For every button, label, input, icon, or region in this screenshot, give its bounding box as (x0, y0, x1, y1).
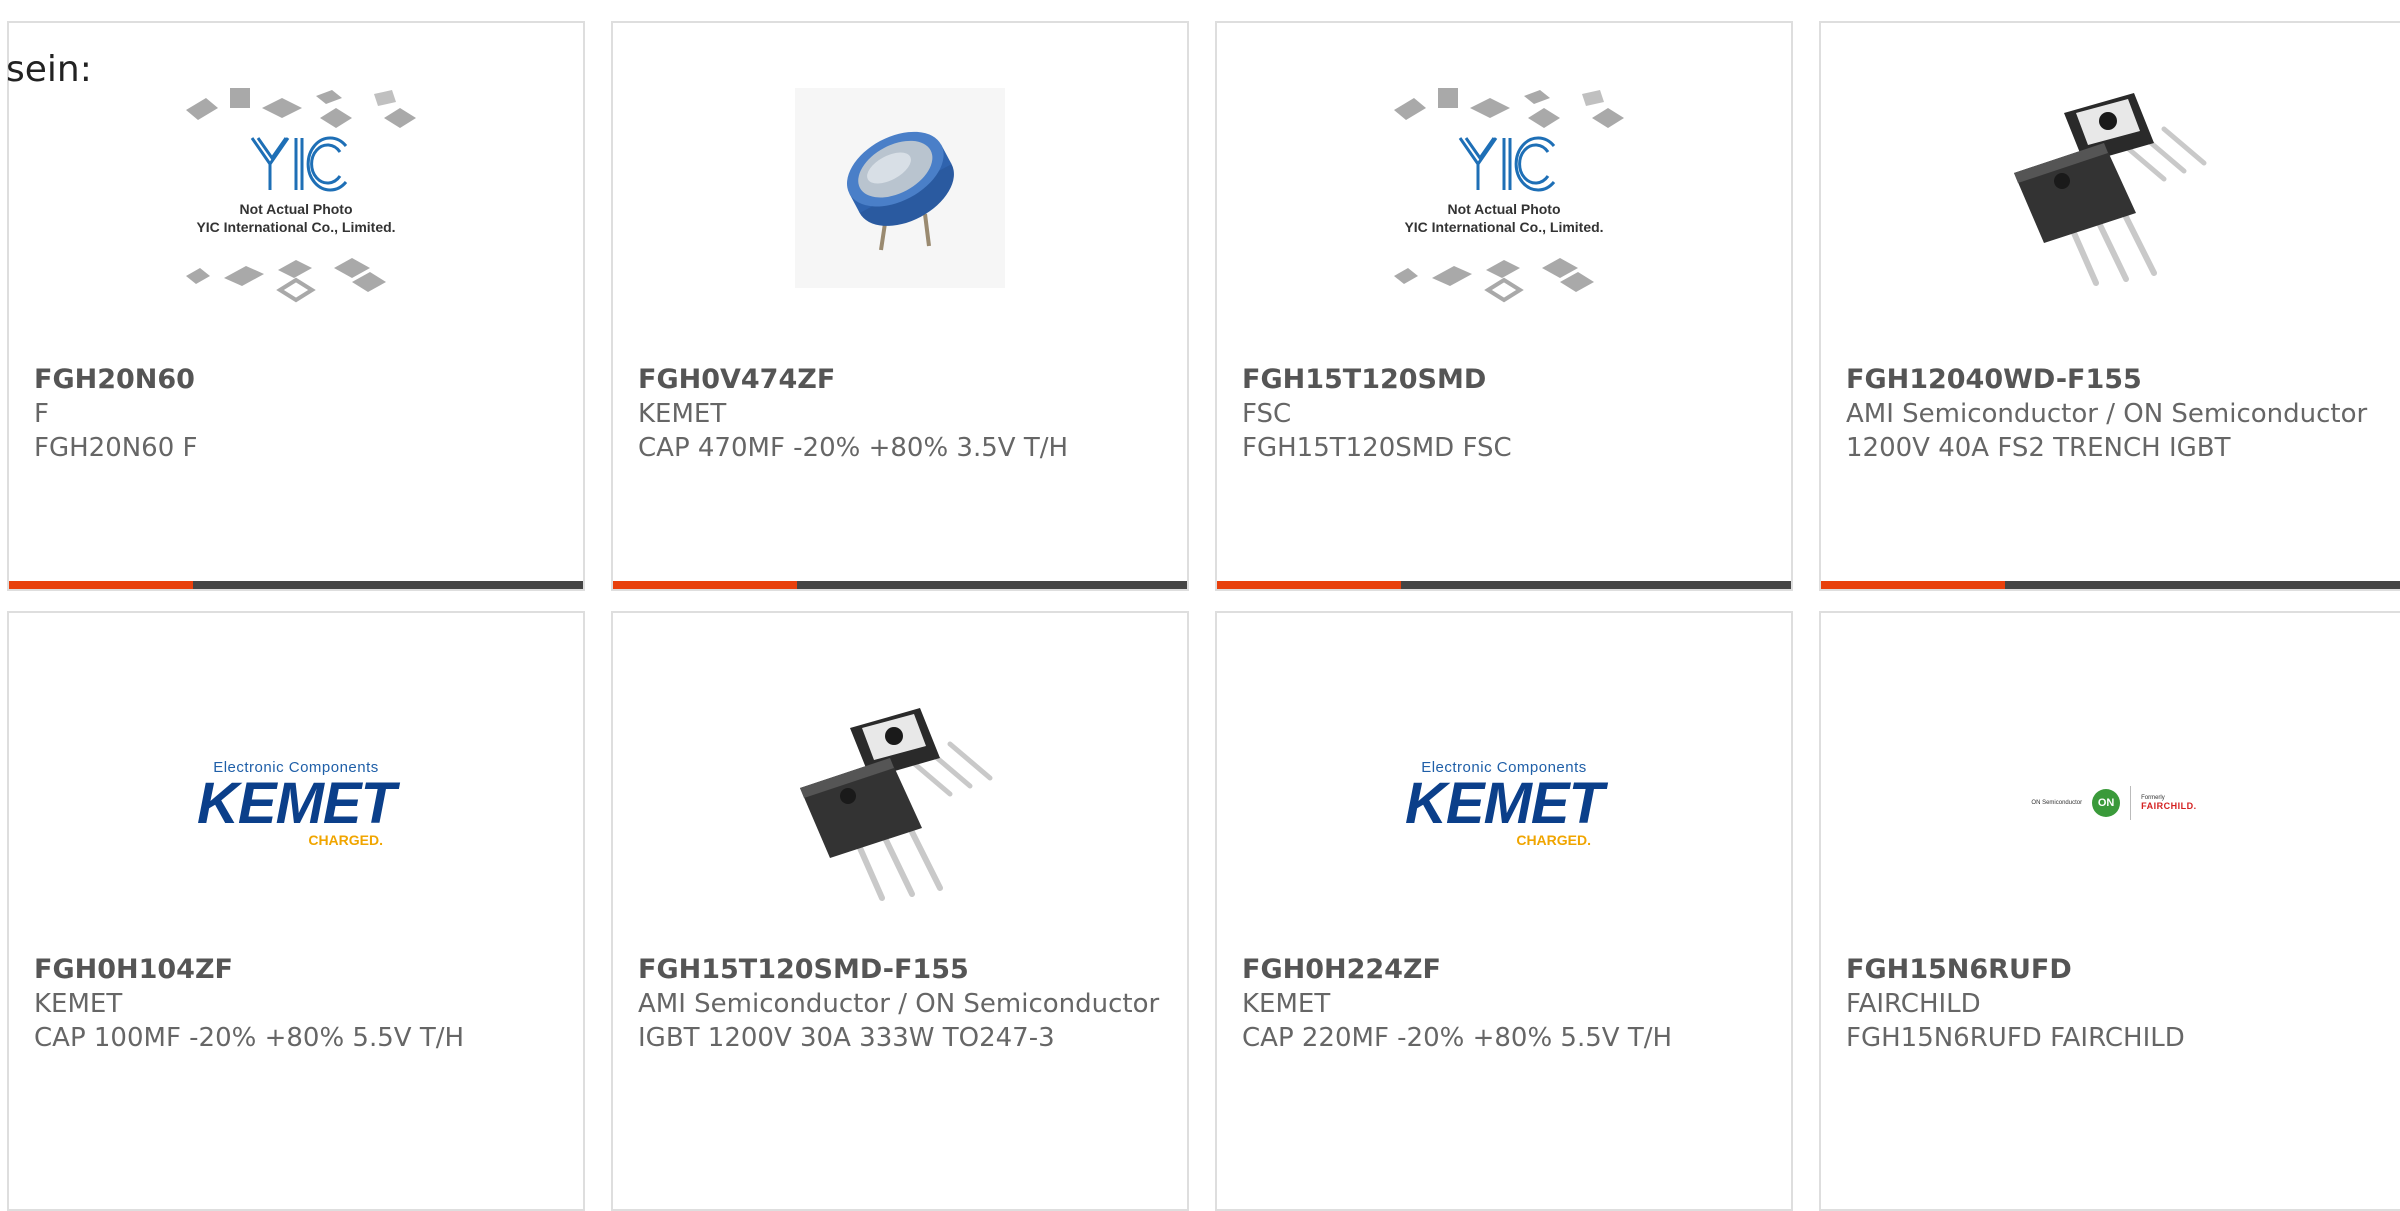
part-number[interactable]: FGH0V474ZF (638, 363, 1167, 397)
product-info: FGH0H104ZF KEMET CAP 100MF -20% +80% 5.5… (34, 953, 563, 1055)
product-image[interactable] (613, 23, 1187, 353)
to247-transistor-icon (800, 708, 993, 901)
product-card[interactable]: FGH12040WD-F155 AMI Semiconductor / ON S… (1819, 21, 2400, 591)
product-card[interactable]: Electronic Components KEMET CHARGED. FGH… (1215, 611, 1793, 1211)
part-number[interactable]: FGH0H104ZF (34, 953, 563, 987)
to247-transistor-icon (2014, 93, 2207, 286)
card-accent-bar (613, 581, 797, 589)
product-grid: Not Actual Photo YIC International Co., … (0, 0, 2400, 1211)
manufacturer: FAIRCHILD (1846, 989, 1981, 1019)
yic-caption: Not Actual Photo YIC International Co., … (166, 200, 426, 236)
part-number[interactable]: FGH20N60 (34, 363, 563, 397)
logo-divider (2130, 786, 2132, 820)
fairchild-wordmark: FAIRCHILD. (2141, 801, 2197, 811)
yic-caption-line1: Not Actual Photo (1447, 201, 1561, 217)
card-bottom-bar (1821, 581, 2400, 589)
product-info: FGH12040WD-F155 AMI Semiconductor / ON S… (1846, 363, 2387, 465)
part-number[interactable]: FGH15T120SMD (1242, 363, 1771, 397)
product-image[interactable] (1821, 23, 2400, 353)
chip-cluster-icon (1394, 88, 1624, 303)
kemet-logo: Electronic Components KEMET CHARGED. (197, 759, 396, 848)
yic-caption-line1: Not Actual Photo (239, 201, 353, 217)
card-bottom-bar (1217, 581, 1791, 589)
description: CAP 100MF -20% +80% 5.5V T/H (34, 1023, 465, 1053)
card-accent-bar (9, 581, 193, 589)
part-number[interactable]: FGH15T120SMD-F155 (638, 953, 1167, 987)
part-number[interactable]: FGH15N6RUFD (1846, 953, 2387, 987)
supercapacitor-image (795, 88, 1005, 288)
product-image[interactable]: Not Actual Photo YIC International Co., … (1217, 23, 1791, 353)
card-bottom-bar (613, 581, 1187, 589)
on-logo-icon: ON (2092, 789, 2121, 817)
description: FGH20N60 F (34, 433, 198, 463)
manufacturer: KEMET (34, 989, 123, 1019)
description: 1200V 40A FS2 TRENCH IGBT (1846, 433, 2231, 463)
product-image[interactable] (613, 628, 1187, 978)
manufacturer: KEMET (1242, 989, 1331, 1019)
chip-cluster-icon (186, 88, 416, 303)
yic-caption: Not Actual Photo YIC International Co., … (1374, 200, 1634, 236)
onsemi-fairchild-logo: ON Semiconductor ON Formerly FAIRCHILD. (2031, 786, 2196, 820)
yic-caption-line2: YIC International Co., Limited. (196, 219, 396, 235)
part-number[interactable]: FGH12040WD-F155 (1846, 363, 2387, 397)
supercapacitor-icon (846, 131, 954, 251)
product-card[interactable]: Electronic Components KEMET CHARGED. FGH… (7, 611, 585, 1211)
manufacturer: F (34, 399, 49, 429)
product-info: FGH15T120SMD FSC FGH15T120SMD FSC (1242, 363, 1771, 465)
manufacturer: AMI Semiconductor / ON Semiconductor (638, 989, 1160, 1019)
fairchild-logo: Formerly FAIRCHILD. (2141, 795, 2197, 811)
manufacturer: FSC (1242, 399, 1292, 429)
part-number[interactable]: FGH0H224ZF (1242, 953, 1771, 987)
intro-text: sein: (6, 49, 92, 90)
manufacturer: AMI Semiconductor / ON Semiconductor (1846, 399, 2368, 429)
product-image[interactable]: Not Actual Photo YIC International Co., … (9, 23, 583, 353)
product-info: FGH0H224ZF KEMET CAP 220MF -20% +80% 5.5… (1242, 953, 1771, 1055)
yic-placeholder-image: Not Actual Photo YIC International Co., … (166, 68, 426, 308)
product-info: FGH15N6RUFD FAIRCHILD FGH15N6RUFD FAIRCH… (1846, 953, 2387, 1055)
product-card[interactable]: FGH15T120SMD-F155 AMI Semiconductor / ON… (611, 611, 1189, 1211)
yic-caption-line2: YIC International Co., Limited. (1404, 219, 1604, 235)
product-card[interactable]: ON Semiconductor ON Formerly FAIRCHILD. … (1819, 611, 2400, 1211)
product-info: FGH15T120SMD-F155 AMI Semiconductor / ON… (638, 953, 1167, 1055)
description: CAP 220MF -20% +80% 5.5V T/H (1242, 1023, 1673, 1053)
card-bottom-bar (9, 581, 583, 589)
yic-placeholder-image: Not Actual Photo YIC International Co., … (1374, 68, 1634, 308)
kemet-logo-wordmark: KEMET (197, 770, 396, 836)
product-image[interactable]: Electronic Components KEMET CHARGED. (9, 628, 583, 978)
manufacturer: KEMET (638, 399, 727, 429)
card-accent-bar (1217, 581, 1401, 589)
kemet-logo-wordmark: KEMET (1405, 770, 1604, 836)
product-card[interactable]: FGH0V474ZF KEMET CAP 470MF -20% +80% 3.5… (611, 21, 1189, 591)
kemet-logo: Electronic Components KEMET CHARGED. (1405, 759, 1604, 848)
product-image[interactable]: ON Semiconductor ON Formerly FAIRCHILD. (1821, 628, 2400, 978)
onsemi-logo-text: ON Semiconductor (2031, 800, 2083, 806)
description: FGH15N6RUFD FAIRCHILD (1846, 1023, 2185, 1053)
product-image[interactable]: Electronic Components KEMET CHARGED. (1217, 628, 1791, 978)
product-info: FGH0V474ZF KEMET CAP 470MF -20% +80% 3.5… (638, 363, 1167, 465)
description: IGBT 1200V 30A 333W TO247-3 (638, 1023, 1055, 1053)
product-card[interactable]: Not Actual Photo YIC International Co., … (1215, 21, 1793, 591)
description: FGH15T120SMD FSC (1242, 433, 1512, 463)
product-card[interactable]: Not Actual Photo YIC International Co., … (7, 21, 585, 591)
card-accent-bar (1821, 581, 2005, 589)
product-info: FGH20N60 F FGH20N60 F (34, 363, 563, 465)
description: CAP 470MF -20% +80% 3.5V T/H (638, 433, 1069, 463)
